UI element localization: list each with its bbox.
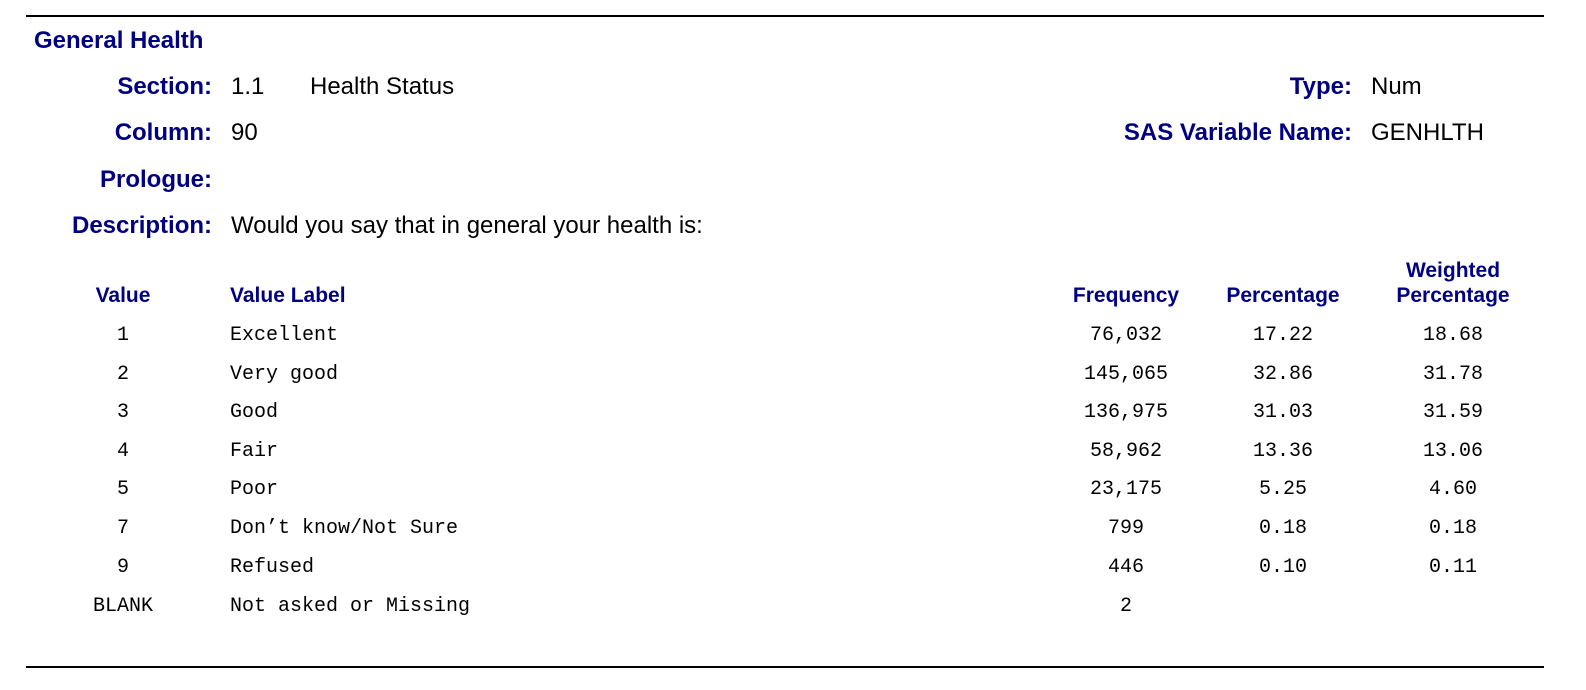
column-header-frequency: Frequency <box>1072 284 1180 307</box>
row-weighted-percentage: 4.60 <box>1428 478 1477 501</box>
row-frequency: 446 <box>1107 556 1144 579</box>
row-percentage: 0.10 <box>1258 556 1307 579</box>
row-frequency: 76,032 <box>1089 324 1162 347</box>
table-row: BLANK Not asked or Missing 2 <box>0 595 1586 623</box>
row-label: Not asked or Missing <box>230 595 471 618</box>
row-percentage: 13.36 <box>1252 440 1313 463</box>
row-label: Excellent <box>230 324 339 347</box>
type-label: Type: <box>1289 73 1352 100</box>
row-percentage: 31.03 <box>1252 401 1313 424</box>
table-row: 4 Fair 58,962 13.36 13.06 <box>0 440 1586 468</box>
type-value: Num <box>1371 73 1422 100</box>
page-title: General Health <box>34 27 204 54</box>
row-weighted-percentage: 13.06 <box>1422 440 1483 463</box>
row-weighted-percentage: 31.59 <box>1422 401 1483 424</box>
bottom-rule <box>26 666 1544 668</box>
row-percentage: 17.22 <box>1252 324 1313 347</box>
row-frequency: 799 <box>1107 517 1144 540</box>
row-frequency: 136,975 <box>1083 401 1168 424</box>
table-row: 9 Refused 446 0.10 0.11 <box>0 556 1586 584</box>
row-percentage: 5.25 <box>1258 478 1307 501</box>
table-row: 5 Poor 23,175 5.25 4.60 <box>0 478 1586 506</box>
column-header-weighted-line1: Weighted <box>1405 259 1501 282</box>
section-name: Health Status <box>310 73 455 100</box>
column-header-weighted-line2: Percentage <box>1396 284 1510 307</box>
row-percentage: 0.18 <box>1258 517 1307 540</box>
description-label: Description: <box>71 212 212 239</box>
table-row: 1 Excellent 76,032 17.22 18.68 <box>0 324 1586 352</box>
column-header-percentage: Percentage <box>1226 284 1340 307</box>
row-value: 1 <box>116 324 129 347</box>
row-frequency: 58,962 <box>1089 440 1162 463</box>
row-label: Good <box>230 401 279 424</box>
description-value: Would you say that in general your healt… <box>231 212 703 239</box>
top-rule <box>26 15 1544 17</box>
table-row: 7 Don’t know/Not Sure 799 0.18 0.18 <box>0 517 1586 545</box>
row-weighted-percentage: 0.18 <box>1428 517 1477 540</box>
row-label: Very good <box>230 363 339 386</box>
prologue-label: Prologue: <box>100 166 212 193</box>
row-label: Don’t know/Not Sure <box>230 517 459 540</box>
row-frequency: 2 <box>1119 595 1132 618</box>
row-weighted-percentage: 0.11 <box>1428 556 1477 579</box>
row-weighted-percentage: 31.78 <box>1422 363 1483 386</box>
column-header-value-label: Value Label <box>230 284 346 307</box>
column-label: Column: <box>114 119 212 146</box>
table-row: 3 Good 136,975 31.03 31.59 <box>0 401 1586 429</box>
row-weighted-percentage: 18.68 <box>1422 324 1483 347</box>
row-value: 5 <box>116 478 129 501</box>
row-frequency: 23,175 <box>1089 478 1162 501</box>
row-value: 9 <box>116 556 129 579</box>
row-label: Refused <box>230 556 315 579</box>
row-value: 2 <box>116 363 129 386</box>
row-label: Poor <box>230 478 279 501</box>
table-row: 2 Very good 145,065 32.86 31.78 <box>0 363 1586 391</box>
row-value: BLANK <box>92 595 153 618</box>
row-label: Fair <box>230 440 279 463</box>
column-value: 90 <box>231 119 258 146</box>
row-percentage: 32.86 <box>1252 363 1313 386</box>
row-value: 7 <box>116 517 129 540</box>
section-label: Section: <box>117 73 212 100</box>
column-header-value: Value <box>95 284 151 307</box>
row-value: 3 <box>116 401 129 424</box>
section-number: 1.1 <box>231 73 265 100</box>
sas-variable-label: SAS Variable Name: <box>1123 119 1352 146</box>
row-value: 4 <box>116 440 129 463</box>
sas-variable-value: GENHLTH <box>1371 119 1484 146</box>
row-frequency: 145,065 <box>1083 363 1168 386</box>
